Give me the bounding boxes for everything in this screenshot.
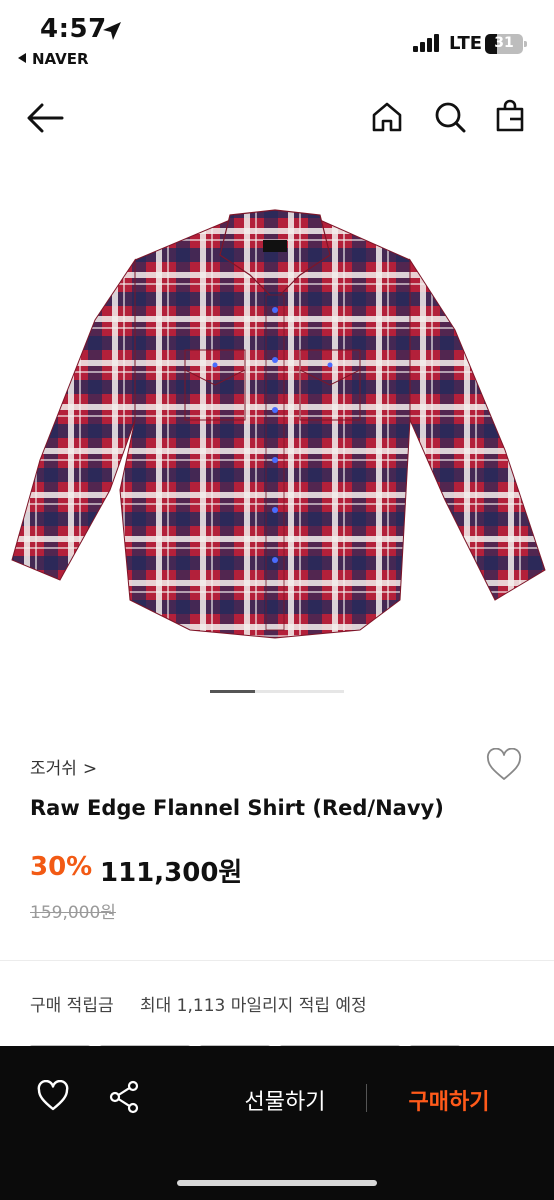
discount-rate: 30% — [30, 852, 93, 882]
share-icon[interactable] — [108, 1080, 140, 1114]
partially-hidden-line — [30, 1036, 480, 1046]
back-app-label: NAVER — [32, 50, 89, 68]
network-type: LTE — [449, 33, 483, 54]
brand-name: 조거쉬 — [30, 759, 77, 779]
original-price: 159,000원 — [30, 903, 116, 923]
location-arrow-icon — [103, 22, 121, 40]
battery-level: 31 — [494, 35, 514, 51]
home-icon[interactable] — [370, 100, 404, 134]
brand-link[interactable]: 조거쉬 > — [30, 754, 97, 779]
status-time: 4:57 — [40, 14, 107, 44]
back-to-app-link[interactable]: NAVER — [18, 50, 89, 68]
points-label: 구매 적립금 — [30, 996, 114, 1016]
button-separator — [366, 1084, 367, 1112]
back-triangle-icon — [18, 53, 26, 63]
gift-button[interactable]: 선물하기 — [222, 1080, 348, 1120]
section-divider — [0, 960, 554, 961]
home-indicator[interactable] — [177, 1180, 377, 1186]
product-image[interactable] — [0, 160, 554, 680]
gallery-pager — [210, 690, 344, 693]
heart-icon[interactable] — [485, 748, 523, 782]
chevron-right-icon: > — [82, 759, 98, 779]
points-value: 최대 1,113 마일리지 적립 예정 — [140, 996, 367, 1016]
battery-icon: 31 — [485, 34, 527, 54]
search-icon[interactable] — [433, 100, 467, 134]
shirt-body — [11, 209, 546, 639]
shopping-bag-icon[interactable] — [494, 99, 526, 133]
product-title: Raw Edge Flannel Shirt (Red/Navy) — [30, 796, 444, 820]
heart-icon[interactable] — [36, 1080, 70, 1112]
sale-price: 111,300원 — [100, 858, 243, 888]
arrow-left-icon[interactable] — [26, 100, 66, 136]
signal-icon — [413, 34, 443, 52]
status-bar: 4:57 NAVER LTE 31 — [0, 0, 554, 76]
bottom-action-bar: 선물하기 구매하기 — [0, 1046, 554, 1200]
gallery-pager-active — [210, 690, 255, 693]
buy-button[interactable]: 구매하기 — [386, 1080, 512, 1120]
